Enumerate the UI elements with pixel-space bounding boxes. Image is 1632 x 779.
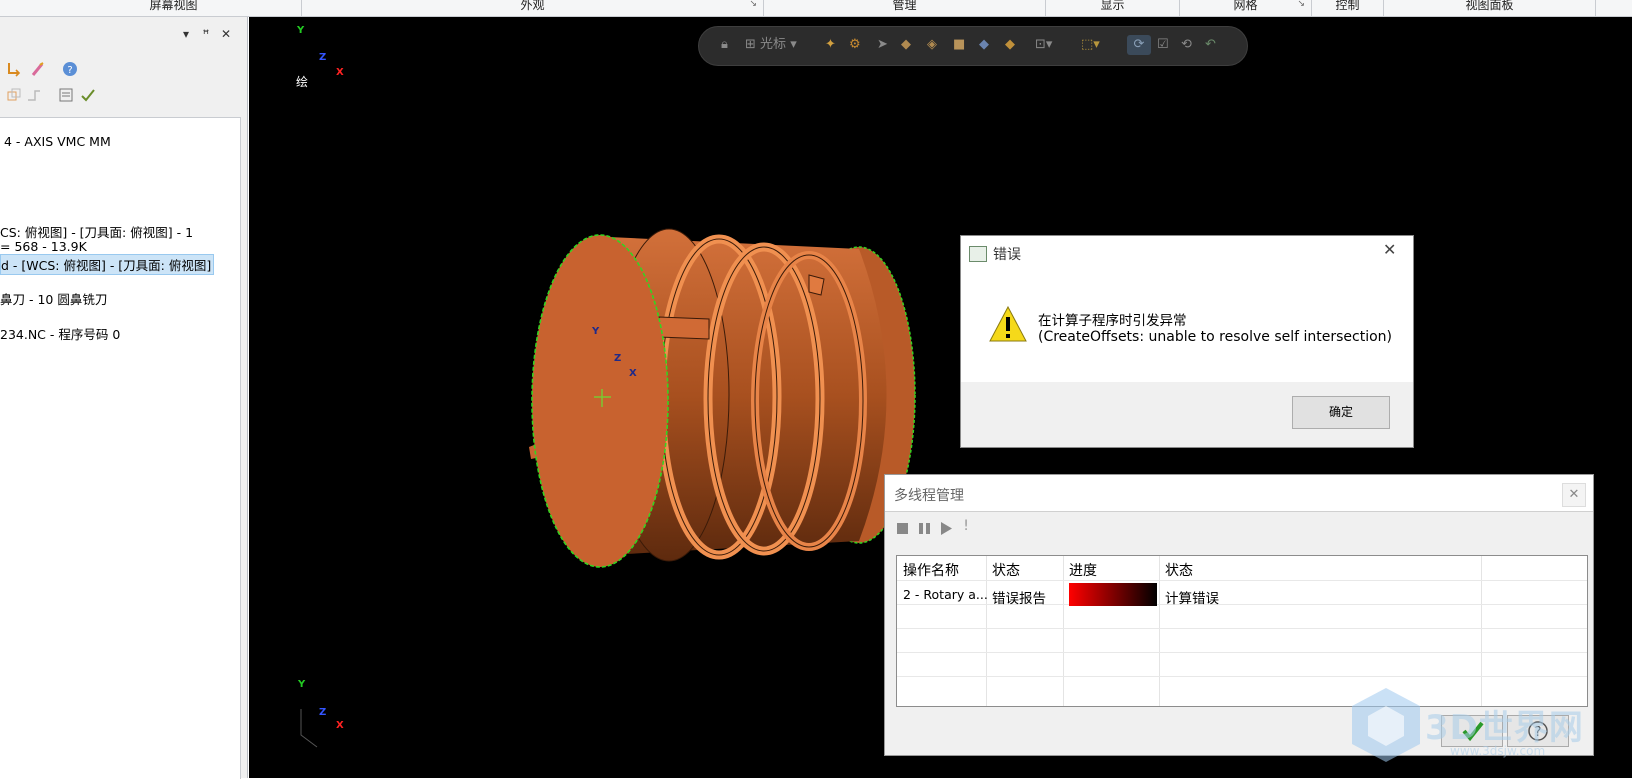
svg-text:?: ?: [67, 65, 72, 76]
error-dialog: 错误 ✕ 在计算子程序时引发异常 (CreateOffsets: unable …: [960, 235, 1414, 448]
tree-item-machine[interactable]: 4 - AXIS VMC MM: [4, 134, 111, 149]
pin-icon[interactable]: ꟸ: [196, 27, 216, 41]
ribbon-group-label: 管理: [892, 0, 917, 12]
ribbon-group-label: 控制: [1335, 0, 1360, 12]
watermark-logo: [1352, 688, 1420, 762]
ribbon-group-bar: 屏幕视图 外观 ↘ 管理 显示 网格 ↘ 控制 视图面板: [0, 0, 1632, 17]
row-divider: [897, 652, 1587, 653]
thread-table: 操作名称 状态 进度 状态 2 - Rotary a... 错误报告 计算错误: [896, 555, 1588, 707]
bottom-axis-x-label: X: [336, 720, 344, 731]
ribbon-group-control[interactable]: 控制: [1312, 0, 1384, 16]
ribbon-group-manage[interactable]: 管理: [764, 0, 1046, 16]
progress-bar: [1069, 583, 1157, 606]
stop-icon[interactable]: [897, 523, 908, 534]
operations-tree: 4 - AXIS VMC MM CS: 俯视图] - [刀具面: 俯视图] - …: [0, 117, 241, 779]
watermark-subtext: www.3dsjw.com: [1450, 744, 1546, 758]
row-divider: [897, 676, 1587, 677]
column-divider: [1159, 556, 1160, 706]
move-item-icon[interactable]: [6, 61, 22, 77]
ribbon-group-label: 视图面板: [1465, 0, 1514, 12]
ribbon-group-label: 网格: [1233, 0, 1258, 12]
ribbon-group-label: 屏幕视图: [149, 0, 198, 12]
tree-item-stats[interactable]: = 568 - 13.9K: [0, 239, 87, 254]
pause-icon-bar: [926, 523, 930, 534]
error-message-line1: 在计算子程序时引发异常: [1038, 313, 1187, 329]
tree-item-nc-file[interactable]: 234.NC - 程序号码 0: [0, 324, 120, 343]
bottom-axis-y-label: Y: [298, 679, 306, 690]
ribbon-group-display[interactable]: 显示: [1046, 0, 1180, 16]
column-divider: [1481, 556, 1482, 706]
dialog-title: 多线程管理: [894, 488, 964, 504]
operations-manager-panel: ▾ ꟸ ✕ ? 4 - AXIS VMC MM CS: 俯视图] - [刀具面: 俯…: [0, 17, 248, 779]
dialog-launcher-icon[interactable]: ↘: [1297, 0, 1305, 9]
model-front-face: [531, 234, 669, 568]
row-divider: [897, 628, 1587, 629]
dialog-title-bar: [885, 475, 1593, 512]
warning-icon: [989, 305, 1027, 342]
model-axis-z-label: Z: [614, 353, 622, 364]
row-divider: [897, 580, 1587, 581]
pause-icon[interactable]: [919, 523, 923, 534]
tree-item-tool[interactable]: 鼻刀 - 10 圆鼻铣刀: [0, 289, 107, 308]
ok-button[interactable]: 确定: [1292, 396, 1390, 429]
insert-arrow-icon[interactable]: [26, 87, 42, 103]
operation-name-cell: 2 - Rotary a...: [903, 587, 988, 602]
progress-fill: [1069, 583, 1157, 606]
dialog-app-icon: [969, 246, 987, 262]
close-icon[interactable]: ✕: [1562, 483, 1586, 507]
ribbon-group-appearance[interactable]: 外观 ↘: [302, 0, 764, 16]
bottom-axis-z-label: Z: [319, 707, 327, 718]
result-cell: 计算错误: [1165, 591, 1219, 607]
ribbon-group-label: 外观: [520, 0, 545, 12]
toggle-icon[interactable]: [30, 61, 46, 77]
copy-op-icon[interactable]: [6, 87, 22, 103]
column-divider: [1063, 556, 1064, 706]
ribbon-group-viewsheets[interactable]: 视图面板: [1384, 0, 1596, 16]
model-axis-x-label: X: [629, 368, 637, 379]
play-icon[interactable]: [940, 522, 953, 535]
ribbon-group-label: 显示: [1100, 0, 1125, 12]
tree-item-selected-operation[interactable]: d - [WCS: 俯视图] - [刀具面: 俯视图]: [0, 254, 215, 275]
column-divider: [986, 556, 987, 706]
verify-icon[interactable]: [80, 87, 96, 103]
status-cell: 错误报告: [992, 591, 1046, 607]
dialog-launcher-icon[interactable]: ↘: [749, 0, 757, 9]
ribbon-group-screen-view[interactable]: 屏幕视图: [46, 0, 302, 16]
error-message-line2: (CreateOffsets: unable to resolve self i…: [1038, 329, 1393, 345]
ribbon-group-grid[interactable]: 网格 ↘: [1180, 0, 1312, 16]
info-icon[interactable]: ǃ: [964, 518, 968, 534]
watermark-text: 3D世界网: [1425, 708, 1584, 748]
column-header-name[interactable]: 操作名称: [903, 560, 959, 580]
dialog-title: 错误: [993, 247, 1021, 263]
help-icon[interactable]: ?: [62, 61, 78, 77]
column-header-status[interactable]: 状态: [992, 560, 1020, 580]
column-header-result[interactable]: 状态: [1165, 560, 1193, 580]
panel-menu-icon[interactable]: ▾: [176, 27, 196, 41]
column-header-progress[interactable]: 进度: [1069, 560, 1097, 580]
close-icon[interactable]: ✕: [216, 27, 236, 41]
panel-controls: ▾ ꟸ ✕: [176, 27, 236, 41]
post-icon[interactable]: [58, 87, 74, 103]
close-icon[interactable]: ✕: [1383, 240, 1396, 259]
model-axis-y-label: Y: [592, 326, 600, 337]
